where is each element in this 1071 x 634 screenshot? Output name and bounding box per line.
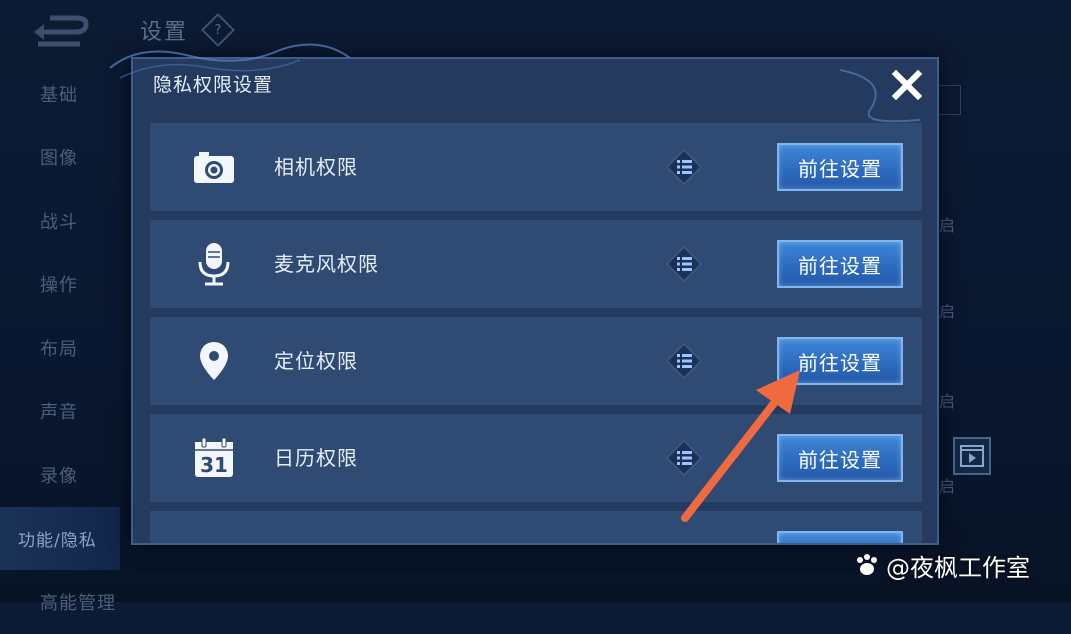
list-info-icon[interactable]	[666, 343, 702, 379]
sidebar-item-basic[interactable]: 基础	[0, 62, 120, 126]
sidebar-item-battle[interactable]: 战斗	[0, 189, 120, 253]
background-toggle-label: 启	[938, 216, 955, 235]
microphone-icon	[192, 242, 236, 286]
sidebar-item-function-privacy[interactable]: 功能/隐私	[0, 506, 120, 570]
camera-icon	[192, 145, 236, 189]
list-info-icon[interactable]	[666, 149, 702, 185]
list-item: 定位权限 前往设置	[150, 317, 922, 405]
list-info-icon[interactable]	[666, 246, 702, 282]
sidebar-item-recording[interactable]: 录像	[0, 443, 120, 507]
settings-page-title: 设置	[140, 20, 189, 45]
list-item: 31 日历权限 前往设置	[150, 414, 922, 502]
close-icon	[891, 69, 923, 101]
background-toggle-label: 启	[938, 392, 955, 411]
watermark-text: @夜枫工作室	[886, 553, 1030, 582]
list-item	[150, 511, 922, 543]
list-info-icon[interactable]	[666, 440, 702, 476]
sidebar-item-layout[interactable]: 布局	[0, 316, 120, 380]
go-to-settings-button[interactable]: 前往设置	[777, 337, 903, 385]
watermark: @夜枫工作室	[854, 548, 1030, 582]
sidebar-item-image[interactable]: 图像	[0, 126, 120, 190]
back-arrow-icon[interactable]	[30, 14, 90, 50]
sidebar-item-controls[interactable]: 操作	[0, 253, 120, 317]
permission-label: 相机权限	[274, 155, 358, 179]
dialog-title: 隐私权限设置	[153, 74, 274, 96]
background-toggle-label: 启	[938, 477, 955, 496]
calendar-day: 31	[200, 453, 228, 477]
close-button[interactable]	[885, 65, 929, 105]
list-item: 麦克风权限 前往设置	[150, 220, 922, 308]
permission-label: 日历权限	[274, 446, 358, 470]
background-toggle-label: 启	[938, 302, 955, 321]
list-item: 相机权限 前往设置	[150, 123, 922, 211]
permission-label: 麦克风权限	[274, 252, 379, 276]
go-to-settings-button[interactable]	[777, 531, 903, 543]
go-to-settings-button[interactable]: 前往设置	[777, 434, 903, 482]
permission-label: 定位权限	[274, 349, 358, 373]
calendar-icon: 31	[192, 436, 236, 480]
paw-logo-icon	[857, 554, 877, 575]
privacy-permissions-dialog: 隐私权限设置 相机权限 前往设置 麦克风权限 前往设置 定位权限 前往设置 31…	[131, 57, 939, 545]
go-to-settings-button[interactable]: 前往设置	[777, 143, 903, 191]
sidebar-item-sound[interactable]: 声音	[0, 380, 120, 444]
permission-list: 相机权限 前往设置 麦克风权限 前往设置 定位权限 前往设置 31 日历权限 前…	[150, 123, 924, 543]
settings-sidebar: 基础 图像 战斗 操作 布局 声音 录像 功能/隐私 高能管理	[0, 62, 120, 634]
play-video-icon[interactable]	[953, 437, 991, 475]
location-pin-icon	[192, 339, 236, 383]
help-icon[interactable]: ?	[201, 13, 235, 47]
go-to-settings-button[interactable]: 前往设置	[777, 240, 903, 288]
